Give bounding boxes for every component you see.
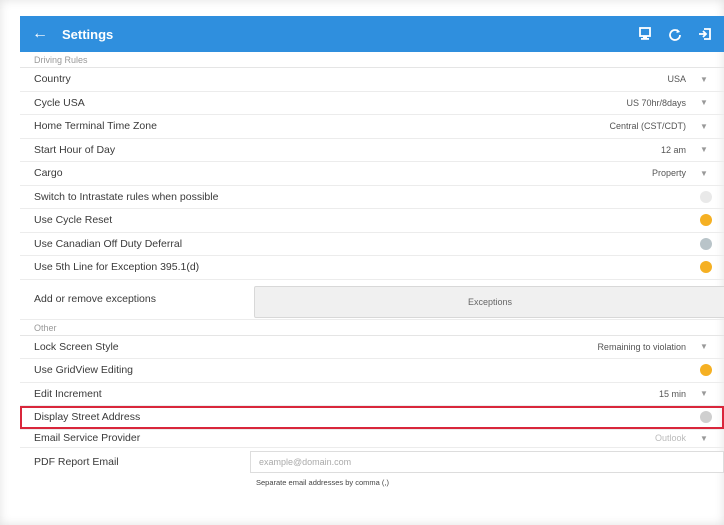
setting-label: Lock Screen Style [34,340,119,353]
setting-start-hour[interactable]: Start Hour of Day 12 am ▼ [20,139,724,162]
setting-label: Cycle USA [34,96,85,109]
pdf-email-hint: Separate email addresses by comma (,) [256,477,389,487]
setting-label: Start Hour of Day [34,143,116,156]
setting-edit-increment[interactable]: Edit Increment 15 min ▼ [20,383,724,406]
chevron-down-icon: ▼ [700,145,708,155]
setting-pdf-email: PDF Report Email example@domain.com Sepa… [20,448,724,496]
intrastate-toggle[interactable] [700,190,712,203]
setting-fifth-line: Use 5th Line for Exception 395.1(d) [20,256,724,280]
chevron-down-icon: ▼ [700,98,708,108]
setting-intrastate: Switch to Intrastate rules when possible [20,186,724,209]
setting-time-zone[interactable]: Home Terminal Time Zone Central (CST/CDT… [20,115,724,139]
setting-label: Edit Increment [34,387,102,400]
exceptions-button[interactable]: Exceptions [254,285,724,318]
setting-lock-screen[interactable]: Lock Screen Style Remaining to violation… [20,336,724,359]
section-driving-rules: Driving Rules [20,52,724,68]
chevron-down-icon: ▼ [700,121,708,131]
setting-label: Use Cycle Reset [34,214,113,227]
chevron-down-icon: ▼ [700,433,708,443]
setting-value: US 70hr/8days [626,97,686,108]
setting-value: Outlook [654,433,686,443]
setting-value: Central (CST/CDT) [609,121,686,132]
setting-label: Use 5th Line for Exception 395.1(d) [34,261,200,274]
canadian-off-duty-toggle[interactable] [700,237,712,250]
setting-cargo[interactable]: Cargo Property ▼ [20,162,724,186]
setting-street-address: Display Street Address [20,406,724,430]
setting-value: 15 min [658,388,686,399]
chevron-down-icon: ▼ [700,389,708,399]
chevron-down-icon: ▼ [700,74,708,84]
settings-list: Driving Rules Country USA ▼ Cycle USA US… [20,52,724,496]
setting-gridview: Use GridView Editing [20,359,724,383]
chevron-down-icon: ▼ [700,342,708,352]
setting-value: 12 am [660,144,686,155]
setting-email-provider[interactable]: Email Service Provider Outlook ▼ [20,430,724,448]
setting-label: Home Terminal Time Zone [34,120,157,133]
setting-exceptions: Add or remove exceptions Exceptions [20,280,724,320]
setting-label: Display Street Address [34,411,141,424]
setting-label: Email Service Provider [34,432,141,444]
setting-label: Use Canadian Off Duty Deferral [34,237,183,250]
app-bar: ← Settings [20,16,724,52]
setting-cycle-reset: Use Cycle Reset [20,209,724,233]
setting-label: Use GridView Editing [34,364,134,377]
setting-value: Remaining to violation [597,341,686,352]
monitor-icon[interactable] [638,27,652,41]
logout-icon[interactable] [698,27,712,41]
chevron-down-icon: ▼ [700,168,708,178]
setting-cycle[interactable]: Cycle USA US 70hr/8days ▼ [20,92,724,115]
page-title: Settings [62,26,114,42]
arrow-back-icon[interactable]: ← [32,25,62,43]
refresh-icon[interactable] [668,27,682,41]
setting-label: Country [34,73,71,86]
setting-value: Property [651,168,686,179]
pdf-email-input[interactable]: example@domain.com [250,450,724,473]
section-other: Other [20,320,724,336]
setting-label: Cargo [34,167,63,180]
setting-country[interactable]: Country USA ▼ [20,68,724,92]
setting-value: USA [667,74,686,85]
setting-label: Switch to Intrastate rules when possible [34,190,219,203]
setting-canadian-off-duty: Use Canadian Off Duty Deferral [20,233,724,256]
